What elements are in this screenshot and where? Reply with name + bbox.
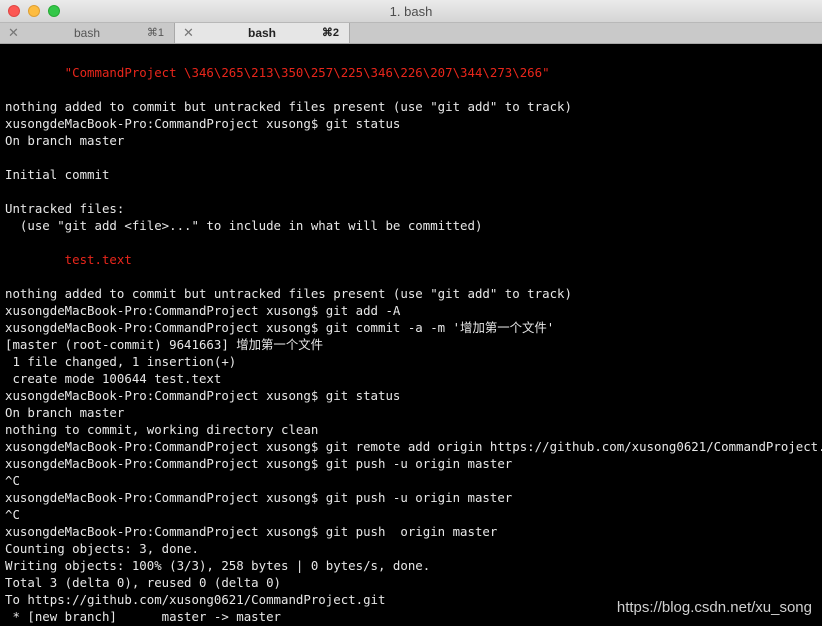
terminal-line: (use "git add <file>..." to include in w… — [5, 218, 483, 233]
terminal-window: 1. bash ✕ bash ⌘1 ✕ bash ⌘2 "CommandProj… — [0, 0, 822, 626]
terminal-line: Total 3 (delta 0), reused 0 (delta 0) — [5, 575, 282, 590]
terminal-line: Writing objects: 100% (3/3), 258 bytes |… — [5, 558, 431, 573]
window-title: 1. bash — [389, 4, 433, 19]
terminal-line: ^C — [5, 473, 20, 488]
terminal-line: nothing added to commit but untracked fi… — [5, 99, 572, 114]
terminal-line: On branch master — [5, 405, 125, 420]
tab-bash-1[interactable]: ✕ bash ⌘1 — [0, 23, 175, 43]
tab-bash-2[interactable]: ✕ bash ⌘2 — [175, 23, 350, 43]
terminal-line: ^C — [5, 507, 20, 522]
title-bar[interactable]: 1. bash — [0, 0, 822, 23]
terminal-line: xusongdeMacBook-Pro:CommandProject xuson… — [5, 116, 401, 131]
terminal-line: xusongdeMacBook-Pro:CommandProject xuson… — [5, 320, 555, 335]
terminal-line: Initial commit — [5, 167, 110, 182]
terminal-line: xusongdeMacBook-Pro:CommandProject xuson… — [5, 439, 822, 454]
terminal-line: xusongdeMacBook-Pro:CommandProject xuson… — [5, 490, 513, 505]
terminal-line: xusongdeMacBook-Pro:CommandProject xuson… — [5, 456, 513, 471]
tab-bar: ✕ bash ⌘1 ✕ bash ⌘2 — [0, 23, 822, 44]
terminal-line: nothing to commit, working directory cle… — [5, 422, 319, 437]
terminal-line: xusongdeMacBook-Pro:CommandProject xuson… — [5, 303, 401, 318]
terminal-line: On branch master — [5, 133, 125, 148]
terminal-line: create mode 100644 test.text — [5, 371, 222, 386]
terminal-line: nothing added to commit but untracked fi… — [5, 286, 572, 301]
terminal-line: Counting objects: 3, done. — [5, 541, 199, 556]
terminal-line: xusongdeMacBook-Pro:CommandProject xuson… — [5, 388, 401, 403]
watermark: https://blog.csdn.net/xu_song — [616, 599, 812, 616]
terminal-line: Untracked files: — [5, 201, 125, 216]
terminal-line: [master (root-commit) 9641663] 增加第一个文件 — [5, 337, 323, 352]
terminal-line: "CommandProject \346\265\213\350\257\225… — [5, 65, 550, 80]
terminal-output[interactable]: "CommandProject \346\265\213\350\257\225… — [0, 44, 822, 626]
terminal-line: test.text — [5, 252, 132, 267]
tab-shortcut: ⌘2 — [321, 27, 339, 39]
tab-shortcut: ⌘1 — [146, 27, 164, 39]
terminal-line: xusongdeMacBook-Pro:CommandProject xuson… — [5, 524, 498, 539]
terminal-line: 1 file changed, 1 insertion(+) — [5, 354, 237, 369]
